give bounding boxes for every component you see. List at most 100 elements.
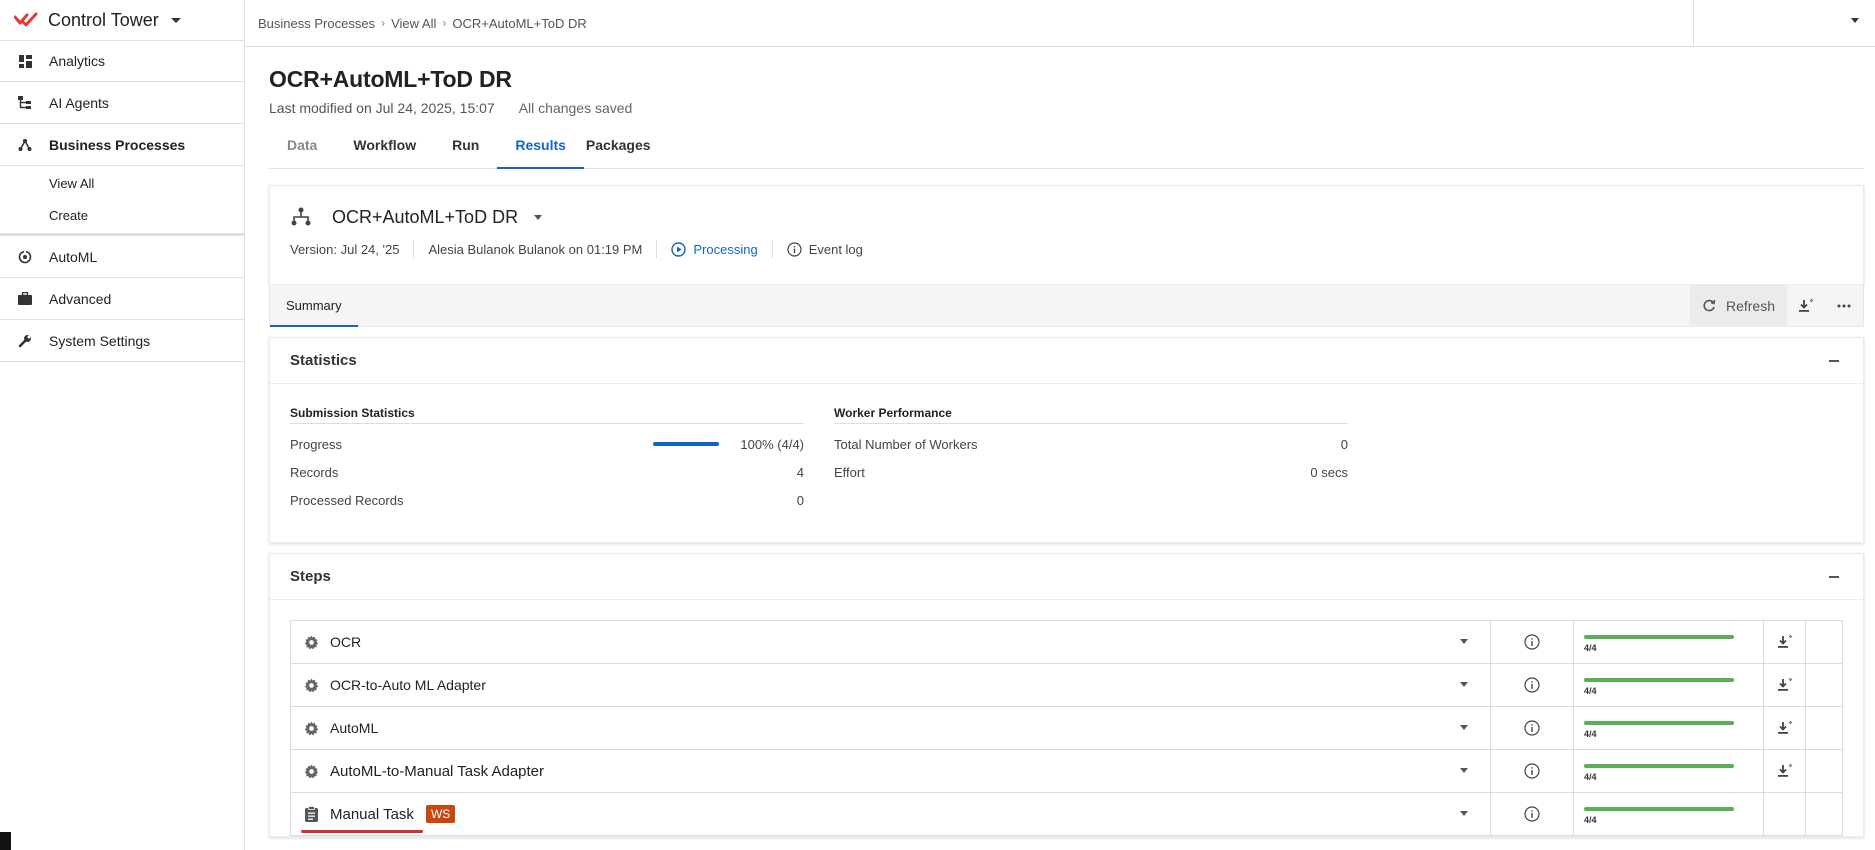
sidebar-item-automl[interactable]: AutoML [0, 236, 244, 278]
info-icon [1524, 763, 1540, 779]
chevron-down-icon[interactable] [1460, 768, 1468, 773]
more-horizontal-icon [1837, 304, 1851, 308]
empty-cell [1806, 793, 1842, 835]
step-progress: 4/4 [1574, 793, 1764, 835]
table-row: AutoML-to-Manual Task Adapter 4/4 [291, 750, 1842, 793]
process-status[interactable]: Processing [671, 241, 758, 257]
step-name[interactable]: OCR [330, 634, 361, 650]
step-count: 4/4 [1584, 815, 1597, 825]
progress-fill [653, 442, 720, 446]
event-log-label: Event log [808, 241, 863, 257]
summary-bar: Summary Refresh [269, 285, 1864, 327]
stat-value: 0 secs [1310, 464, 1348, 480]
step-badge: WS [425, 805, 456, 823]
breadcrumb-item[interactable]: View All [391, 16, 436, 31]
tab-workflow[interactable]: Workflow [335, 132, 434, 169]
refresh-button[interactable]: Refresh [1689, 285, 1787, 327]
step-name[interactable]: AutoML-to-Manual Task Adapter [330, 763, 544, 780]
brand-switcher[interactable]: Control Tower [0, 0, 244, 40]
step-count: 4/4 [1584, 643, 1597, 653]
step-info-button[interactable] [1491, 621, 1574, 663]
breadcrumb: Business Processes › View All › OCR+Auto… [245, 16, 587, 31]
table-row: AutoML 4/4 [291, 707, 1842, 750]
chevron-down-icon[interactable] [1460, 639, 1468, 644]
sidebar-item-business-processes[interactable]: Business Processes [0, 124, 244, 166]
download-icon [1777, 677, 1792, 691]
worker-performance: Worker Performance Total Number of Worke… [834, 406, 1348, 520]
stat-value: 0 [1340, 436, 1348, 452]
sidebar-item-system-settings[interactable]: System Settings [0, 320, 244, 362]
collapse-icon[interactable] [1829, 576, 1839, 578]
step-cell: OCR-to-Auto ML Adapter [291, 664, 1491, 706]
sidebar-item-analytics[interactable]: Analytics [0, 40, 244, 82]
sidebar-item-ai-agents[interactable]: AI Agents [0, 82, 244, 124]
brand-logo-icon [14, 12, 38, 27]
event-log-link[interactable]: Event log [787, 242, 863, 257]
gear-icon [302, 633, 320, 651]
process-name[interactable]: OCR+AutoML+ToD DR [332, 207, 518, 228]
step-download-button[interactable] [1764, 707, 1806, 749]
brand-name: Control Tower [48, 9, 159, 30]
step-info-button[interactable] [1491, 793, 1574, 835]
sidebar-item-label: Advanced [49, 290, 112, 307]
step-download-button[interactable] [1764, 750, 1806, 792]
step-name[interactable]: OCR-to-Auto ML Adapter [330, 677, 486, 693]
step-download-button[interactable] [1764, 664, 1806, 706]
empty-cell [1806, 621, 1842, 663]
tab-data[interactable]: Data [269, 132, 335, 169]
tab-packages[interactable]: Packages [584, 132, 669, 169]
chevron-down-icon[interactable] [1460, 682, 1468, 687]
info-icon [1524, 720, 1540, 736]
last-modified: Last modified on Jul 24, 2025, 15:07 [269, 100, 495, 116]
step-cell: Manual Task WS [291, 793, 1491, 835]
empty-cell [1806, 707, 1842, 749]
tab-run[interactable]: Run [434, 132, 497, 169]
stat-value: 100% (4/4) [740, 436, 804, 452]
sidebar-item-label: AI Agents [49, 94, 109, 111]
sidebar-item-advanced[interactable]: Advanced [0, 278, 244, 320]
automl-icon [18, 249, 32, 264]
progress-bar [1584, 635, 1734, 639]
tab-results[interactable]: Results [497, 132, 584, 169]
download-button[interactable] [1787, 285, 1825, 327]
stat-value: 4 [796, 464, 804, 480]
info-icon [1524, 806, 1540, 822]
chevron-down-icon [1851, 18, 1859, 23]
collapse-icon[interactable] [1829, 360, 1839, 362]
play-circle-icon [671, 241, 687, 257]
more-options-button[interactable] [1825, 285, 1863, 327]
step-info-button[interactable] [1491, 707, 1574, 749]
wrench-icon [18, 334, 32, 348]
corner-mark [0, 832, 11, 850]
sidebar-item-label: System Settings [49, 332, 151, 349]
download-icon [1777, 720, 1792, 734]
step-name[interactable]: AutoML [330, 720, 378, 736]
step-info-button[interactable] [1491, 664, 1574, 706]
dashboard-icon [18, 54, 32, 68]
breadcrumb-item[interactable]: Business Processes [258, 16, 375, 31]
chevron-down-icon[interactable] [1460, 725, 1468, 730]
sidebar-subitem-view-all[interactable]: View All [0, 167, 244, 199]
sidebar: Control Tower Analytics AI Agents Busine… [0, 0, 245, 850]
submission-statistics: Submission Statistics Progress 100% (4/4… [290, 406, 804, 520]
step-info-button[interactable] [1491, 750, 1574, 792]
sidebar-subitem-create[interactable]: Create [0, 199, 244, 231]
page-tabs: Data Workflow Run Results Packages [269, 132, 1864, 169]
step-download-button[interactable] [1764, 621, 1806, 663]
sidebar-item-label: AutoML [49, 248, 98, 265]
tab-summary[interactable]: Summary [270, 285, 358, 327]
stat-label: Effort [834, 464, 865, 480]
sidebar-subnav: View All Create [0, 166, 244, 236]
save-status: All changes saved [518, 100, 633, 116]
chevron-right-icon: › [381, 16, 386, 30]
step-name[interactable]: Manual Task [330, 806, 414, 823]
user-menu[interactable] [1693, 0, 1875, 47]
chevron-down-icon[interactable] [1460, 811, 1468, 816]
statistics-section: Statistics Submission Statistics Progres… [269, 337, 1864, 543]
process-author: Alesia Bulanok Bulanok on 01:19 PM [428, 241, 643, 257]
section-title: Steps [290, 568, 331, 585]
divider [771, 240, 773, 258]
steps-table: OCR 4/4 OCR-to-Auto ML Adapter 4/4 AutoML 4/4… [290, 620, 1843, 836]
progress-bar [1584, 678, 1734, 682]
chevron-down-icon[interactable] [534, 214, 543, 220]
